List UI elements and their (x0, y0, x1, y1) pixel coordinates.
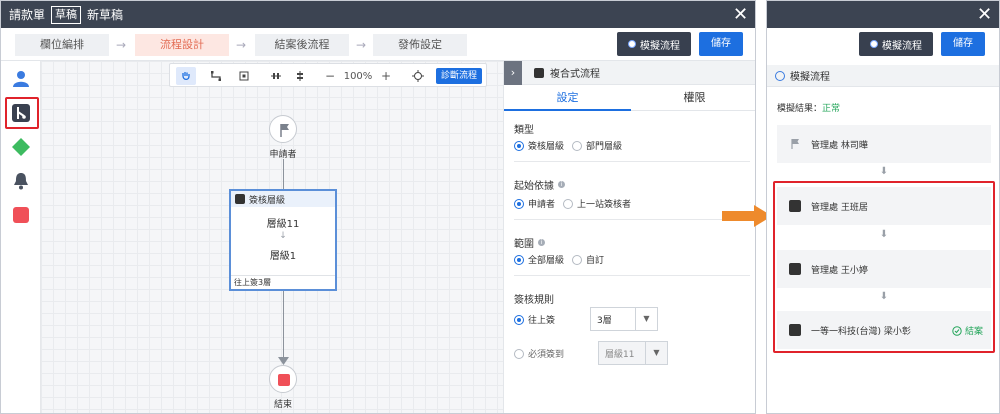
scope-radio-group: 全部層級 自訂 (514, 253, 604, 266)
info-icon[interactable]: i (538, 239, 545, 246)
radio-sign-upward[interactable] (514, 314, 524, 325)
start-basis-radio-group: 申請者 上一站簽核者 (514, 197, 631, 210)
approval-node-header: 簽核層級 (231, 191, 335, 207)
collapse-panel-icon[interactable]: › (504, 60, 522, 85)
close-icon[interactable]: ✕ (727, 1, 754, 28)
radio-previous-approver[interactable] (563, 198, 574, 209)
radio-must-sign-to[interactable] (514, 348, 524, 359)
rule-section-title: 簽核規則 (514, 295, 554, 306)
simulation-result: 模擬結果：正常 (777, 104, 841, 114)
start-node[interactable] (269, 115, 297, 143)
user-icon[interactable] (11, 69, 31, 89)
stop-icon (278, 374, 290, 386)
radio-applicant[interactable] (514, 198, 524, 209)
result-status: 正常 (822, 104, 841, 114)
draft-badge: 草稿 (51, 5, 82, 24)
radio-all-levels[interactable] (514, 254, 524, 265)
radio-department-level[interactable] (572, 140, 583, 151)
arrow-right-icon: → (235, 38, 247, 52)
arrow-right-icon: → (115, 38, 127, 52)
hand-tool-icon[interactable] (176, 67, 196, 85)
tab-settings[interactable]: 設定 (504, 85, 631, 111)
rule-must-row: 必須簽到 (514, 347, 564, 360)
form-title: 請款單 (9, 8, 46, 22)
center-crosshair-icon[interactable] (410, 67, 426, 85)
step-flow-design[interactable]: 流程設計 (135, 34, 229, 56)
radio-custom[interactable] (572, 254, 583, 265)
flow-canvas[interactable]: − 100% + 診斷流程 申請者 簽核層級 層級11 ↓ 層級1 往上簽3層 … (41, 61, 503, 413)
zoom-in-button[interactable]: + (380, 67, 392, 85)
title-bar: 請款單 草稿 新草稿 ✕ (1, 1, 755, 28)
close-icon[interactable]: ✕ (971, 1, 998, 28)
type-section-title: 類型 (514, 125, 534, 136)
node-settings-panel: › 複合式流程 設定 權限 類型 簽核層級 部門層級 起始依據 i 申請者 上一… (503, 60, 755, 413)
approval-flow-icon (235, 194, 245, 204)
type-radio-group: 簽核層級 部門層級 (514, 139, 622, 152)
divider (514, 161, 750, 162)
highlight-approval-icon (5, 97, 39, 129)
panel-tabs: 設定 權限 (504, 85, 755, 111)
scope-section-title: 範圍 i (514, 235, 545, 250)
approval-level-top: 層級11 (266, 219, 300, 230)
simulation-header: 模擬流程 (767, 65, 999, 87)
panel-header: › 複合式流程 (504, 60, 755, 85)
simulate-flow-button[interactable]: 模擬流程 (859, 32, 933, 56)
simulate-icon (628, 40, 636, 48)
connector-line (283, 159, 284, 189)
divider (514, 275, 750, 276)
simulation-node-applicant: 管理處 林司曄 (777, 125, 991, 163)
step-bar: 欄位編排 → 流程設計 → 結案後流程 → 發佈設定 模擬流程 儲存 (1, 28, 755, 61)
simulate-icon (870, 40, 878, 48)
connector-line (283, 291, 284, 363)
start-basis-section-title: 起始依據 i (514, 177, 565, 192)
arrow-head-icon (278, 357, 289, 365)
end-node[interactable] (269, 365, 297, 393)
rule-up-row: 往上簽 (514, 313, 555, 326)
arrow-down-icon: ↓ (279, 231, 287, 241)
tab-permissions[interactable]: 權限 (631, 85, 755, 111)
step-field-layout[interactable]: 欄位編排 (15, 34, 109, 56)
canvas-toolbar: − 100% + 診斷流程 (169, 63, 487, 87)
distribute-vertical-icon[interactable] (292, 67, 308, 85)
step-publish-settings[interactable]: 發佈設定 (373, 34, 467, 56)
arrow-right-icon: → (355, 38, 367, 52)
caret-down-icon: ▼ (645, 342, 667, 364)
end-node-label: 結束 (273, 400, 292, 410)
levels-up-select[interactable]: 3層 ▼ (590, 307, 658, 331)
flow-designer-window: 請款單 草稿 新草稿 ✕ 欄位編排 → 流程設計 → 結案後流程 → 發佈設定 … (0, 0, 756, 414)
diagnose-flow-button[interactable]: 診斷流程 (436, 68, 483, 84)
highlight-approval-chain (773, 181, 995, 353)
flag-icon (791, 139, 799, 149)
orange-arrow-icon (722, 205, 772, 227)
approval-level-node[interactable]: 簽核層級 層級11 ↓ 層級1 往上簽3層 (229, 189, 337, 291)
zoom-level: 100% (343, 70, 373, 82)
caret-down-icon: ▼ (635, 308, 657, 330)
condition-diamond-icon[interactable] (11, 137, 31, 157)
draft-name: 新草稿 (87, 8, 124, 22)
approval-level-bottom: 層級1 (269, 251, 297, 262)
notification-bell-icon[interactable] (11, 171, 31, 191)
radio-approval-level[interactable] (514, 140, 524, 151)
simulate-flow-button[interactable]: 模擬流程 (617, 32, 691, 56)
approval-footer: 往上簽3層 (231, 275, 335, 289)
title-bar: ✕ (767, 1, 999, 28)
end-node-icon[interactable] (11, 205, 31, 225)
distribute-horizontal-icon[interactable] (268, 67, 284, 85)
simulation-window: ✕ 模擬流程 儲存 模擬流程 模擬結果：正常 管理處 林司曄 ⬇ 管理處 王班居… (766, 0, 1000, 414)
must-sign-level-select[interactable]: 層級11 ▼ (598, 341, 668, 365)
connector-tool-icon[interactable] (208, 67, 224, 85)
divider (514, 219, 750, 220)
arrow-down-icon: ⬇ (879, 166, 889, 177)
simulation-icon (775, 70, 785, 81)
save-button[interactable]: 儲存 (941, 32, 985, 56)
save-button[interactable]: 儲存 (699, 32, 743, 56)
step-post-close-flow[interactable]: 結案後流程 (255, 34, 349, 56)
panel-title: 複合式流程 (550, 69, 600, 80)
flag-icon (280, 124, 289, 137)
zoom-out-button[interactable]: − (324, 67, 336, 85)
fit-view-icon[interactable] (236, 67, 252, 85)
approval-flow-icon (534, 67, 544, 78)
info-icon[interactable]: i (558, 181, 565, 188)
